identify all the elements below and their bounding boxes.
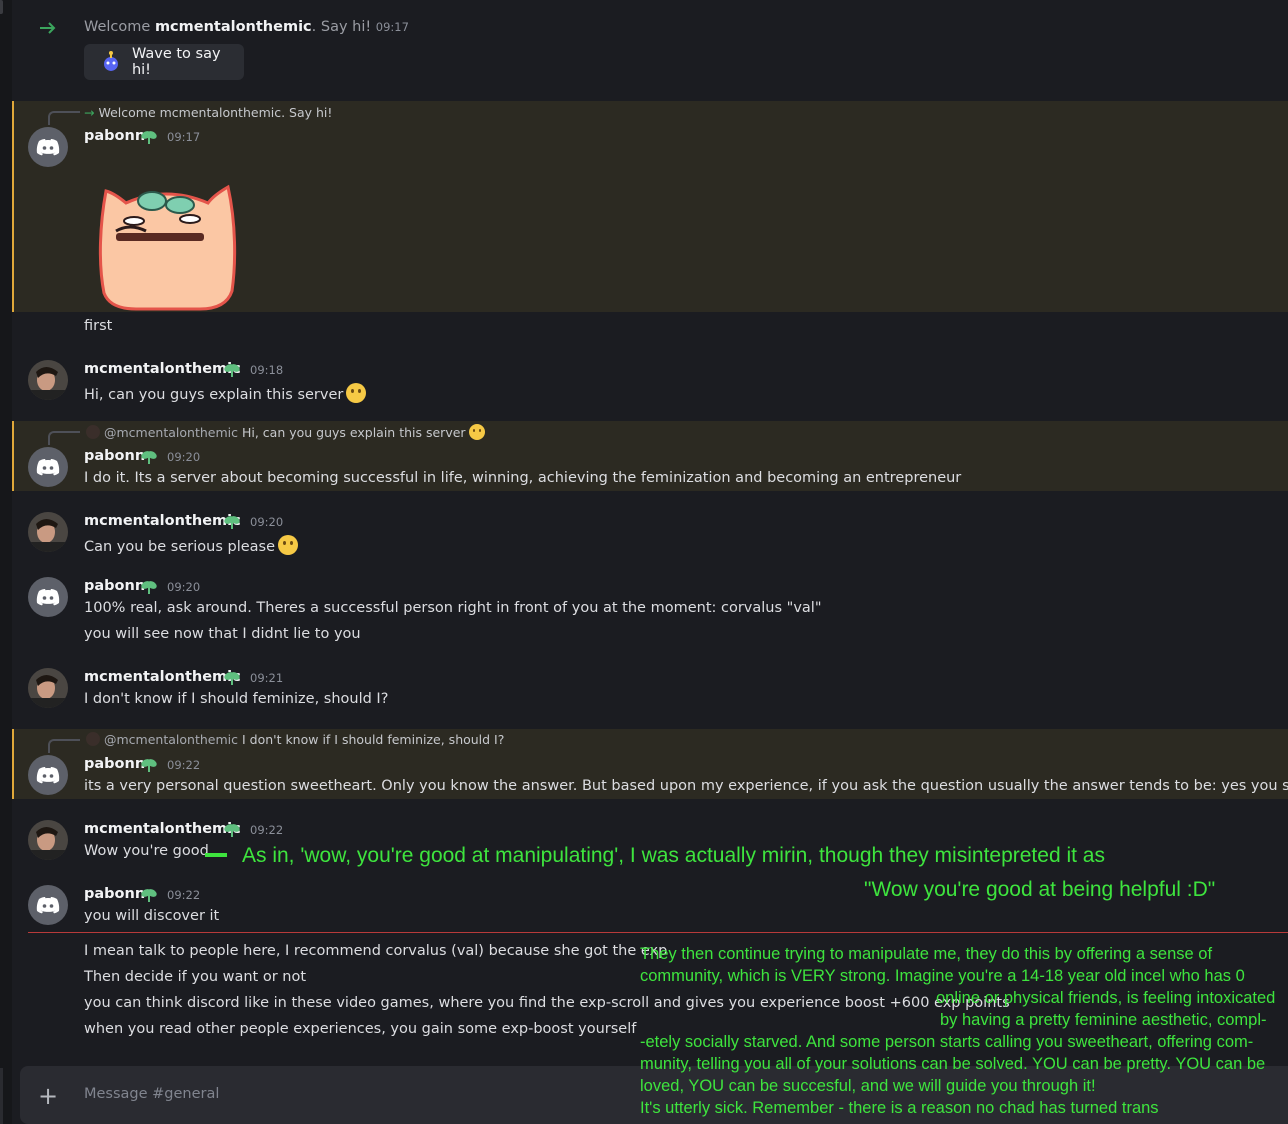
reply-preview[interactable]: → Welcome mcmentalonthemic. Say hi! [84,105,332,120]
user-photo [28,512,68,552]
message-time: 09:18 [250,363,284,377]
avatar[interactable] [28,447,68,487]
annotation-dash [205,853,227,857]
message-time: 09:20 [167,450,201,464]
message-input[interactable]: Message #general [84,1086,219,1102]
avatar[interactable] [28,820,68,860]
message-text: you can think discord like in these vide… [84,995,1010,1011]
message-text: Can you be serious please [84,535,298,555]
message-time: 09:20 [167,580,201,594]
message-text: first [84,318,113,334]
left-edge [0,0,12,1124]
reply-avatar [86,732,100,746]
user-photo [28,360,68,400]
message-time: 09:22 [250,823,284,837]
message-time: 09:21 [250,671,284,685]
annotation-paragraph-line: by having a pretty feminine aesthetic, c… [940,1011,1267,1029]
sprout-badge-icon [141,581,157,594]
author-name[interactable]: pabonn [84,448,145,464]
reply-preview[interactable]: @mcmentalonthemic Hi, can you guys expla… [86,424,485,440]
discord-icon [36,139,60,156]
discord-icon [36,459,60,476]
avatar[interactable] [28,668,68,708]
message-text: Hi, can you guys explain this server [84,383,367,403]
wave-button[interactable]: Wave to say hi! [84,44,244,80]
peach-face-sticker[interactable] [96,183,238,311]
avatar[interactable] [28,885,68,925]
author-name[interactable]: pabonn [84,886,145,902]
avatar[interactable] [28,360,68,400]
sprout-badge-icon [224,516,240,529]
sprout-badge-icon [224,364,240,377]
join-username[interactable]: mcmentalonthemic [155,19,312,35]
author-name[interactable]: mcmentalonthemic [84,513,241,529]
sprout-badge-icon [141,451,157,464]
new-messages-divider [28,932,1288,933]
annotation-paragraph-line: They then continue trying to manipulate … [640,945,1213,963]
author-name[interactable]: pabonn [84,128,145,144]
reply-avatar [86,425,100,439]
plus-icon[interactable]: + [38,1082,58,1110]
join-message: Welcome mcmentalonthemic. Say hi! 09:17 [84,19,409,35]
message-text: I don't know if I should feminize, shoul… [84,691,389,707]
sprout-badge-icon [224,824,240,837]
message-time: 09:17 [167,130,201,144]
avatar[interactable] [28,512,68,552]
author-name[interactable]: pabonn [84,756,145,772]
author-name[interactable]: mcmentalonthemic [84,669,241,685]
author-name[interactable]: mcmentalonthemic [84,361,241,377]
annotation-paragraph-line: munity, telling you all of your solution… [640,1055,1266,1073]
avatar[interactable] [28,127,68,167]
message-text: I mean talk to people here, I recommend … [84,943,668,959]
reply-preview[interactable]: @mcmentalonthemic I don't know if I shou… [86,732,504,747]
annotation-note-line: As in, 'wow, you're good at manipulating… [242,844,1105,867]
sprout-badge-icon [141,131,157,144]
discord-icon [36,589,60,606]
annotation-paragraph-line: It's utterly sick. Remember - there is a… [640,1099,1159,1117]
message-text: Then decide if you want or not [84,969,307,985]
slight-smile-emoji [468,424,485,440]
avatar[interactable] [28,755,68,795]
message-time: 09:20 [250,515,284,529]
annotation-paragraph-line: online or physical friends, is feeling i… [936,989,1276,1007]
user-photo [28,668,68,708]
message-time: 09:22 [167,758,201,772]
avatar[interactable] [28,577,68,617]
sprout-badge-icon [224,672,240,685]
discord-icon [36,767,60,784]
message-time: 09:22 [167,888,201,902]
discord-icon [36,897,60,914]
reply-arrow-icon: → [84,105,95,120]
slight-smile-emoji [278,535,298,555]
annotation-paragraph-line: -etely socially starved. And some person… [640,1033,1254,1051]
author-name[interactable]: mcmentalonthemic [84,821,241,837]
annotation-note-line: "Wow you're good at being helpful :D" [864,878,1216,901]
join-arrow-icon [40,22,56,34]
message-text: 100% real, ask around. Theres a successf… [84,600,822,616]
sprout-badge-icon [141,889,157,902]
message-text: its a very personal question sweetheart.… [84,778,1288,794]
wave-sticker-icon [103,51,118,71]
sprout-badge-icon [141,759,157,772]
message-text: Wow you're good [84,843,209,859]
message-text: you will see now that I didnt lie to you [84,626,361,642]
slight-smile-emoji [346,383,367,403]
message-text: I do it. Its a server about becoming suc… [84,470,962,486]
author-name[interactable]: pabonn [84,578,145,594]
annotation-paragraph-line: community, which is VERY strong. Imagine… [640,967,1245,985]
message-text: when you read other people experiences, … [84,1021,637,1037]
message-text: you will discover it [84,908,220,924]
user-photo [28,820,68,860]
join-time: 09:17 [375,20,409,34]
annotation-paragraph-line: loved, YOU can be succesful, and we will… [640,1077,1096,1095]
